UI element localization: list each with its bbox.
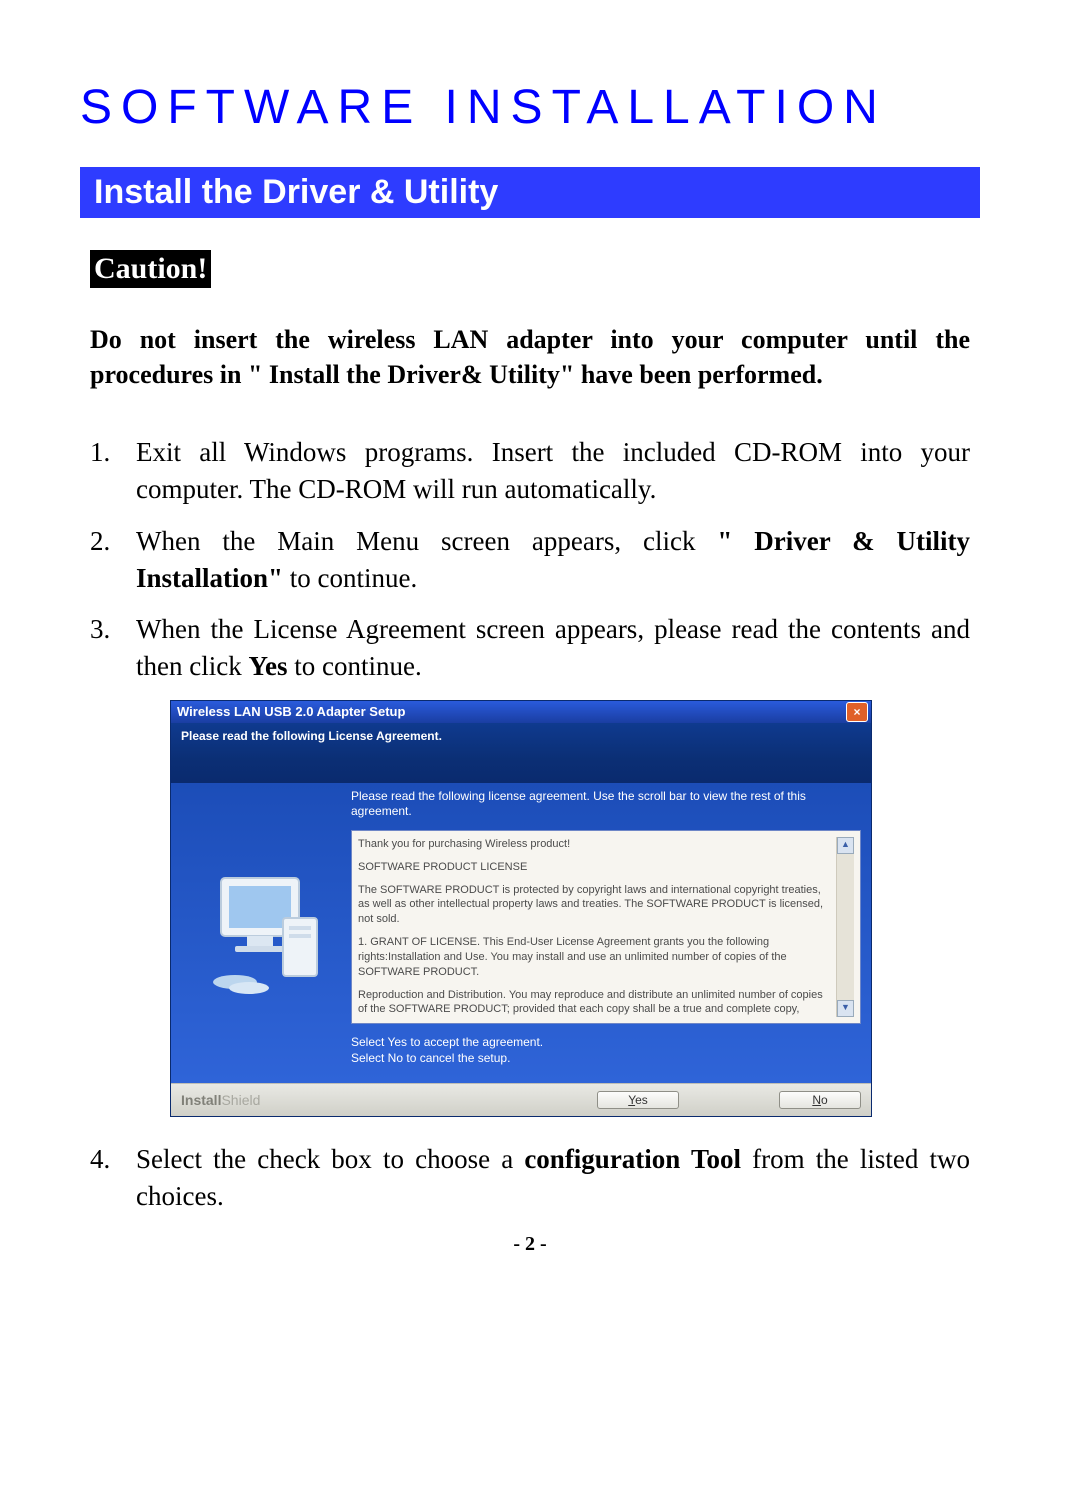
installer-dialog: Wireless LAN USB 2.0 Adapter Setup × Ple… [170,700,872,1117]
dialog-title: Wireless LAN USB 2.0 Adapter Setup [177,704,405,719]
bold-text: Yes [248,651,287,681]
close-icon: × [853,705,860,719]
step-number: 2. [90,523,136,598]
computer-icon [191,858,331,1008]
dialog-select-text: Select Yes to accept the agreement. Sele… [351,1034,861,1066]
step-number: 3. [90,611,136,686]
dialog-header: Please read the following License Agreem… [171,723,871,783]
close-button[interactable]: × [846,702,868,722]
caution-label: Caution! [90,250,211,288]
warning-text: Do not insert the wireless LAN adapter i… [90,322,970,392]
step-number: 1. [90,434,136,509]
step-2: 2. When the Main Menu screen appears, cl… [90,523,970,598]
page-number: - 2 - [80,1233,980,1256]
no-button[interactable]: No [779,1091,861,1109]
license-content: Thank you for purchasing Wireless produc… [358,837,836,1017]
step-text: When the License Agreement screen appear… [136,611,970,686]
scroll-down-button[interactable]: ▼ [837,1000,854,1017]
select-yes-text: Select Yes to accept the agreement. [351,1034,861,1050]
text: to continue. [287,651,421,681]
step-number: 4. [90,1141,136,1216]
mnemonic: N [812,1093,821,1107]
step-text: Exit all Windows programs. Insert the in… [136,434,970,509]
dialog-footer: InstallShield Yes No [171,1083,871,1116]
step-4: 4. Select the check box to choose a conf… [90,1141,970,1216]
instruction-list: 1. Exit all Windows programs. Insert the… [90,434,970,686]
section-heading: Install the Driver & Utility [80,167,980,218]
scrollbar[interactable]: ▲ ▼ [836,837,854,1017]
dialog-graphic [171,783,351,1083]
text: Select the check box to choose a [136,1144,524,1174]
dialog-body: Please read the following license agreem… [171,783,871,1083]
license-line: Thank you for purchasing Wireless produc… [358,837,832,852]
text: When the Main Menu screen appears, click [136,526,717,556]
yes-button[interactable]: Yes [597,1091,679,1109]
step-3: 3. When the License Agreement screen app… [90,611,970,686]
license-line: The SOFTWARE PRODUCT is protected by cop… [358,883,832,928]
text: to continue. [283,563,417,593]
license-textbox: Thank you for purchasing Wireless produc… [351,830,861,1024]
scroll-up-button[interactable]: ▲ [837,837,854,854]
bold-text: configuration Tool [524,1144,741,1174]
step-text: When the Main Menu screen appears, click… [136,523,970,598]
license-line: Reproduction and Distribution. You may r… [358,988,832,1017]
installshield-brand: InstallShield [181,1092,260,1108]
button-label: es [635,1093,648,1107]
brand-part2: Shield [221,1092,260,1108]
page-title: SOFTWARE INSTALLATION [80,80,980,135]
document-page: SOFTWARE INSTALLATION Install the Driver… [0,0,1080,1296]
instruction-list-cont: 4. Select the check box to choose a conf… [90,1141,970,1216]
license-line: SOFTWARE PRODUCT LICENSE [358,860,832,875]
step-1: 1. Exit all Windows programs. Insert the… [90,434,970,509]
license-line: 1. GRANT OF LICENSE. This End-User Licen… [358,935,832,980]
select-no-text: Select No to cancel the setup. [351,1050,861,1066]
dialog-titlebar: Wireless LAN USB 2.0 Adapter Setup × [171,701,871,723]
brand-part1: Install [181,1092,221,1108]
dialog-instruction: Please read the following license agreem… [351,789,861,820]
step-text: Select the check box to choose a configu… [136,1141,970,1216]
button-label: o [821,1093,828,1107]
